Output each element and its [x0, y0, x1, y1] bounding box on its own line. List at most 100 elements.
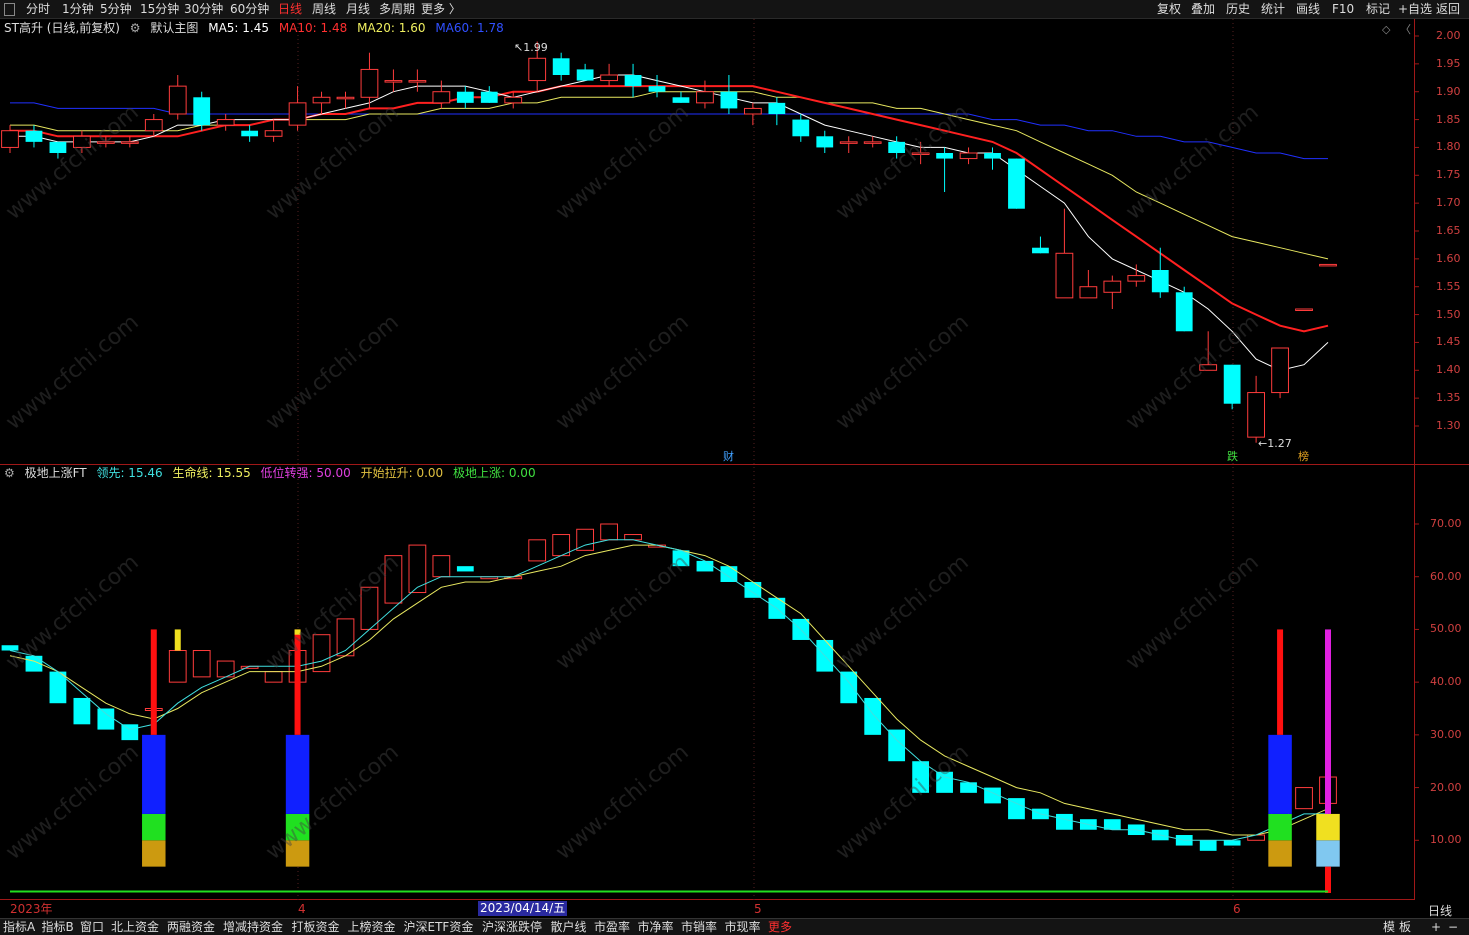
bottom-tab-6[interactable]: 打板资金 [292, 919, 340, 935]
price-tick-8: 1.60 [1436, 251, 1461, 265]
price-tick-1: 1.95 [1436, 56, 1461, 70]
bottom-tab-14[interactable]: 市现率 [725, 919, 761, 935]
indicator-bar [1008, 798, 1025, 820]
bottom-tab-8[interactable]: 沪深ETF资金 [404, 919, 474, 935]
candle-body [696, 91, 714, 104]
bottom-right-0[interactable]: 模 [1383, 919, 1395, 935]
bottom-tab-0[interactable]: 指标A [3, 919, 35, 935]
price-tick-13: 1.35 [1436, 391, 1461, 405]
indicator-bar [744, 581, 762, 598]
template-gear-icon[interactable]: ⚙ [130, 21, 141, 35]
period-tab-4[interactable]: 30分钟 [184, 1, 223, 17]
price-tick-5: 1.75 [1436, 168, 1461, 182]
indicator-name[interactable]: 极地上涨FT [25, 466, 87, 480]
bottom-tab-15[interactable]: 更多 [768, 919, 792, 935]
period-tab-2[interactable]: 5分钟 [100, 1, 132, 17]
bottom-tab-9[interactable]: 沪深涨跌停 [482, 919, 542, 935]
shengming-value: 生命线: 15.55 [172, 466, 251, 480]
watermark: www.cfchi.com [261, 549, 404, 676]
watermark: www.cfchi.com [1121, 309, 1264, 436]
period-tab-10[interactable]: 更多 〉 [421, 1, 461, 17]
candle-body [264, 130, 283, 137]
toolbar-right-0[interactable]: 复权 [1157, 1, 1181, 17]
candle-body [720, 91, 738, 109]
watermark: www.cfchi.com [1121, 549, 1264, 676]
candle-body [504, 96, 523, 104]
indicator-bar [576, 528, 595, 551]
bottom-tab-12[interactable]: 市净率 [638, 919, 674, 935]
bottom-right-2[interactable]: + [1431, 919, 1441, 935]
watermark: www.cfchi.com [1, 549, 144, 676]
toolbar-right-3[interactable]: 统计 [1261, 1, 1285, 17]
toolbar-right-8[interactable]: 返回 [1436, 1, 1460, 17]
bottom-tab-7[interactable]: 上榜资金 [348, 919, 396, 935]
toolbar-right-6[interactable]: 标记 [1366, 1, 1390, 17]
indicator-bar [1223, 840, 1241, 846]
toolbar-right-5[interactable]: F10 [1332, 1, 1354, 17]
indicator-bar [1175, 835, 1193, 846]
stock-title: ST高升 (日线,前复权) [4, 21, 120, 35]
signal-segment [1325, 629, 1331, 814]
candle-body [1103, 280, 1122, 293]
candle-body [360, 68, 379, 98]
indicator-bar [552, 534, 571, 557]
bottom-tab-5[interactable]: 增减持资金 [223, 919, 283, 935]
signal-segment [142, 813, 166, 841]
period-tab-0[interactable]: 分时 [26, 1, 50, 17]
indicator-gear-icon[interactable]: ⚙ [4, 466, 15, 480]
indicator-bar [49, 671, 67, 704]
event-mark-cai[interactable]: 财 [723, 451, 734, 463]
indicator-bar [1127, 824, 1145, 836]
signal-red-stem [1325, 866, 1331, 893]
toolbar-right-4[interactable]: 画线 [1296, 1, 1320, 17]
toolbar-right-1[interactable]: 叠加 [1191, 1, 1215, 17]
event-mark-die[interactable]: 跌 [1227, 451, 1238, 463]
candle-body [816, 136, 834, 148]
candle-body [336, 96, 355, 100]
period-tab-9[interactable]: 多周期 [379, 1, 415, 17]
bottom-tab-1[interactable]: 指标B [42, 919, 74, 935]
signal-segment [285, 734, 310, 814]
period-label[interactable]: 日线 [1428, 902, 1452, 919]
price-tick-9: 1.55 [1436, 279, 1461, 293]
period-tab-7[interactable]: 周线 [312, 1, 336, 17]
period-tab-1[interactable]: 1分钟 [62, 1, 94, 17]
toolbar-right-7[interactable]: +自选 [1398, 1, 1432, 17]
indicator-bar [216, 660, 235, 678]
bottom-tab-3[interactable]: 北上资金 [111, 919, 159, 935]
candle-body [120, 141, 139, 144]
bottom-right-1[interactable]: 板 [1399, 919, 1411, 935]
period-tab-8[interactable]: 月线 [346, 1, 370, 17]
bottom-right-3[interactable]: − [1448, 919, 1458, 935]
window-icon[interactable] [4, 3, 15, 16]
period-tab-6[interactable]: 日线 [278, 1, 302, 17]
bottom-tab-13[interactable]: 市销率 [681, 919, 717, 935]
bottom-tab-10[interactable]: 散户线 [551, 919, 587, 935]
watermark: www.cfchi.com [831, 739, 974, 866]
ma10-value: MA10: 1.48 [278, 21, 348, 35]
indicator-bar [1319, 776, 1337, 804]
candle-body [959, 152, 978, 160]
period-tab-3[interactable]: 15分钟 [140, 1, 179, 17]
x-label-year: 2023年 [10, 902, 53, 916]
signal-segment [1268, 734, 1292, 814]
bottom-tab-4[interactable]: 两融资金 [167, 919, 215, 935]
indicator-bar [720, 566, 738, 582]
bottom-tab-11[interactable]: 市盈率 [594, 919, 630, 935]
diamond-icon[interactable]: ◇ [1382, 24, 1390, 36]
period-tab-5[interactable]: 60分钟 [230, 1, 269, 17]
chevron-left-icon[interactable]: 〈 [1400, 24, 1411, 36]
indicator-bar [1056, 813, 1073, 830]
candle-body [1295, 308, 1313, 311]
indicator-bar [984, 787, 1001, 804]
candle-body [863, 141, 882, 144]
price-tick-10: 1.50 [1436, 307, 1461, 321]
toolbar-right-2[interactable]: 历史 [1226, 1, 1250, 17]
watermark: www.cfchi.com [1, 309, 144, 436]
candle-body [1175, 292, 1193, 332]
bottom-tab-2[interactable]: 窗口 [80, 919, 104, 935]
signal-segment [142, 840, 166, 867]
event-mark-bang[interactable]: 榜 [1298, 451, 1309, 463]
template-label[interactable]: 默认主图 [150, 21, 198, 35]
indicator-tick-4: 30.00 [1430, 727, 1462, 741]
